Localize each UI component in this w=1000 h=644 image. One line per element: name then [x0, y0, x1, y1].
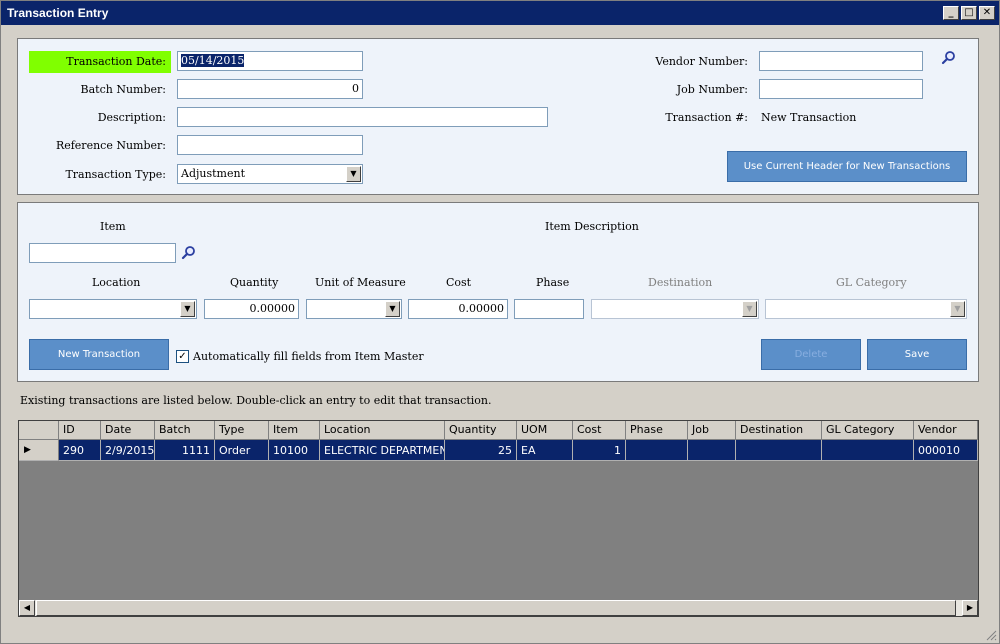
cost-label: Cost: [446, 276, 472, 289]
col-header-phase[interactable]: Phase: [626, 421, 688, 440]
transaction-type-value: Adjustment: [181, 167, 245, 180]
vendor-number-field[interactable]: [759, 51, 923, 71]
cell-uom: EA: [517, 440, 573, 461]
uom-label: Unit of Measure: [315, 276, 406, 289]
use-current-header-button[interactable]: Use Current Header for New Transactions: [727, 151, 967, 182]
table-row[interactable]: ▶ 290 2/9/2015 1111 Order 10100 ELECTRIC…: [19, 440, 978, 461]
transaction-date-value: 05/14/2015: [181, 54, 245, 67]
col-header-destination[interactable]: Destination: [736, 421, 822, 440]
col-header-date[interactable]: Date: [101, 421, 155, 440]
transaction-type-label: Transaction Type:: [65, 168, 166, 181]
vendor-number-label: Vendor Number:: [655, 55, 748, 68]
transaction-date-label: Transaction Date:: [66, 55, 166, 68]
autofill-checkbox[interactable]: ✓: [176, 350, 189, 363]
col-header-location[interactable]: Location: [320, 421, 445, 440]
destination-label: Destination: [648, 276, 713, 289]
job-number-field[interactable]: [759, 79, 923, 99]
save-button[interactable]: Save: [867, 339, 967, 370]
chevron-down-icon[interactable]: ▼: [742, 301, 757, 317]
cost-field[interactable]: 0.00000: [408, 299, 508, 319]
item-description-label: Item Description: [545, 220, 639, 233]
chevron-down-icon[interactable]: ▼: [950, 301, 965, 317]
col-header-vendor[interactable]: Vendor: [914, 421, 978, 440]
window-title: Transaction Entry: [7, 6, 109, 20]
cell-batch: 1111: [155, 440, 215, 461]
transaction-date-field[interactable]: 05/14/2015: [177, 51, 363, 71]
col-header-uom[interactable]: UOM: [517, 421, 573, 440]
new-transaction-button[interactable]: New Transaction: [29, 339, 169, 370]
cell-id: 290: [59, 440, 101, 461]
chevron-down-icon[interactable]: ▼: [180, 301, 195, 317]
col-header-gl-category[interactable]: GL Category: [822, 421, 914, 440]
gl-category-label: GL Category: [836, 276, 907, 289]
description-label: Description:: [97, 111, 166, 124]
col-header-type[interactable]: Type: [215, 421, 269, 440]
close-button[interactable]: ✕: [979, 6, 995, 20]
minimize-button[interactable]: _: [943, 6, 959, 20]
title-bar[interactable]: Transaction Entry _ □ ✕: [1, 1, 999, 25]
gl-category-select[interactable]: ▼: [765, 299, 967, 319]
detail-panel: Item Item Description Location Quantity …: [17, 202, 979, 382]
header-panel: Transaction Date: 05/14/2015 Batch Numbe…: [17, 38, 979, 195]
col-header-quantity[interactable]: Quantity: [445, 421, 517, 440]
cell-job: [688, 440, 736, 461]
cell-date: 2/9/2015: [101, 440, 155, 461]
destination-select[interactable]: ▼: [591, 299, 759, 319]
batch-number-label: Batch Number:: [80, 83, 166, 96]
quantity-field[interactable]: 0.00000: [204, 299, 299, 319]
cell-type: Order: [215, 440, 269, 461]
scroll-right-icon[interactable]: ▶: [962, 600, 978, 616]
row-selector-icon[interactable]: ▶: [19, 440, 59, 461]
transaction-entry-window: Transaction Entry _ □ ✕ Transaction Date…: [0, 0, 1000, 644]
chevron-down-icon[interactable]: ▼: [385, 301, 400, 317]
resize-grip-icon[interactable]: [985, 629, 997, 641]
col-header-cost[interactable]: Cost: [573, 421, 626, 440]
batch-number-field[interactable]: 0: [177, 79, 363, 99]
transactions-grid[interactable]: ID Date Batch Type Item Location Quantit…: [18, 420, 979, 617]
autofill-label: Automatically fill fields from Item Mast…: [193, 350, 424, 363]
location-label: Location: [92, 276, 141, 289]
quantity-label: Quantity: [230, 276, 279, 289]
grid-header: ID Date Batch Type Item Location Quantit…: [19, 421, 978, 440]
item-field[interactable]: [29, 243, 176, 263]
cell-quantity: 25: [445, 440, 517, 461]
cell-location: ELECTRIC DEPARTMENT: [320, 440, 445, 461]
vendor-search-icon[interactable]: [940, 50, 956, 66]
col-header-item[interactable]: Item: [269, 421, 320, 440]
maximize-button[interactable]: □: [961, 6, 977, 20]
scroll-thumb[interactable]: [36, 600, 956, 616]
location-select[interactable]: ▼: [29, 299, 197, 319]
phase-label: Phase: [536, 276, 570, 289]
job-number-label: Job Number:: [676, 83, 748, 96]
col-header-batch[interactable]: Batch: [155, 421, 215, 440]
cell-phase: [626, 440, 688, 461]
description-field[interactable]: [177, 107, 548, 127]
cell-gl-category: [822, 440, 914, 461]
transaction-no-value: New Transaction: [761, 111, 857, 124]
horizontal-scrollbar[interactable]: ◀ ▶: [19, 600, 978, 616]
item-search-icon[interactable]: [180, 245, 196, 261]
cell-cost: 1: [573, 440, 626, 461]
scroll-left-icon[interactable]: ◀: [19, 600, 35, 616]
list-hint: Existing transactions are listed below. …: [20, 394, 492, 407]
transaction-no-label: Transaction #:: [665, 111, 748, 124]
cell-vendor: 000010: [914, 440, 978, 461]
row-header-corner: [19, 421, 59, 440]
transaction-type-select[interactable]: Adjustment ▼: [177, 164, 363, 184]
col-header-job[interactable]: Job: [688, 421, 736, 440]
chevron-down-icon[interactable]: ▼: [346, 166, 361, 182]
reference-number-field[interactable]: [177, 135, 363, 155]
cell-item: 10100: [269, 440, 320, 461]
uom-select[interactable]: ▼: [306, 299, 402, 319]
phase-field[interactable]: [514, 299, 584, 319]
reference-number-label: Reference Number:: [55, 139, 166, 152]
cell-destination: [736, 440, 822, 461]
item-label: Item: [100, 220, 126, 233]
delete-button[interactable]: Delete: [761, 339, 861, 370]
col-header-id[interactable]: ID: [59, 421, 101, 440]
